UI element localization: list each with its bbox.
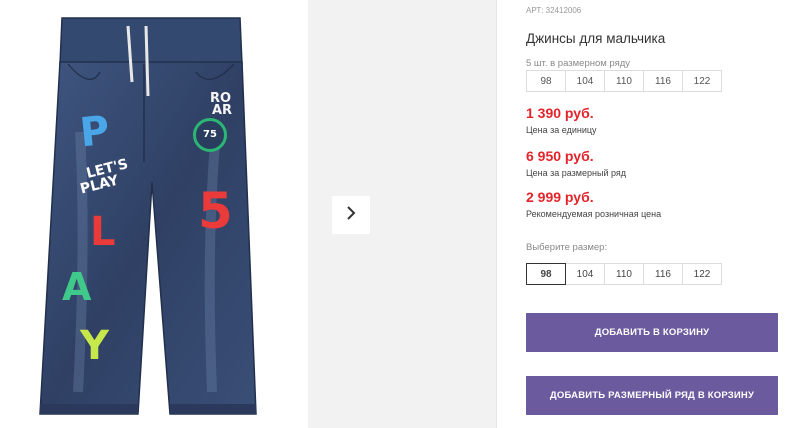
- price-unit-note: Цена за единицу: [526, 125, 597, 135]
- product-photo: RO AR 75 P LET'S PLAY 5 L A Y: [0, 0, 300, 428]
- pack-size-104: 104: [565, 70, 605, 92]
- patch-letter-p: P: [77, 107, 112, 157]
- patch-roar-bottom: AR: [212, 103, 233, 118]
- add-pack-to-cart-button[interactable]: ДОБАВИТЬ РАЗМЕРНЫЙ РЯД В КОРЗИНУ: [526, 376, 778, 415]
- pack-label: 5 шт. в размерном ряду: [526, 58, 631, 69]
- patch-number-5: 5: [198, 182, 233, 240]
- jeans-image: [39, 17, 257, 415]
- patch-75-number: 75: [203, 129, 217, 140]
- size-option-110[interactable]: 110: [604, 263, 644, 285]
- patch-letter-l: L: [90, 209, 116, 255]
- size-option-104[interactable]: 104: [565, 263, 605, 285]
- pack-size-116: 116: [643, 70, 683, 92]
- pack-size-122: 122: [682, 70, 722, 92]
- size-selector: 98 104 110 116 122: [526, 263, 722, 285]
- chevron-right-icon: [345, 205, 357, 226]
- size-option-122[interactable]: 122: [682, 263, 722, 285]
- patch-75-badge: 75: [193, 118, 227, 152]
- patch-letter-a: A: [62, 265, 92, 309]
- price-pack-note: Цена за размерный ряд: [526, 168, 627, 178]
- add-to-cart-button[interactable]: ДОБАВИТЬ В КОРЗИНУ: [526, 313, 778, 352]
- gallery-next-button[interactable]: [332, 196, 370, 234]
- price-unit: 1 390 руб.: [526, 105, 594, 121]
- price-pack: 6 950 руб.: [526, 148, 594, 164]
- product-title: Джинсы для мальчика: [526, 31, 666, 46]
- patch-letter-y: Y: [80, 323, 109, 369]
- size-select-label: Выберите размер:: [526, 242, 608, 253]
- gallery-side-panel: [308, 0, 496, 428]
- pack-sizes: 98 104 110 116 122: [526, 70, 722, 92]
- pack-size-98: 98: [526, 70, 566, 92]
- price-retail-note: Рекомендуемая розничная цена: [526, 209, 662, 219]
- article-number: АРТ: 32412006: [526, 6, 582, 15]
- divider: [496, 0, 497, 428]
- size-option-98[interactable]: 98: [526, 263, 566, 285]
- price-retail: 2 999 руб.: [526, 189, 594, 205]
- pack-size-110: 110: [604, 70, 644, 92]
- size-option-116[interactable]: 116: [643, 263, 683, 285]
